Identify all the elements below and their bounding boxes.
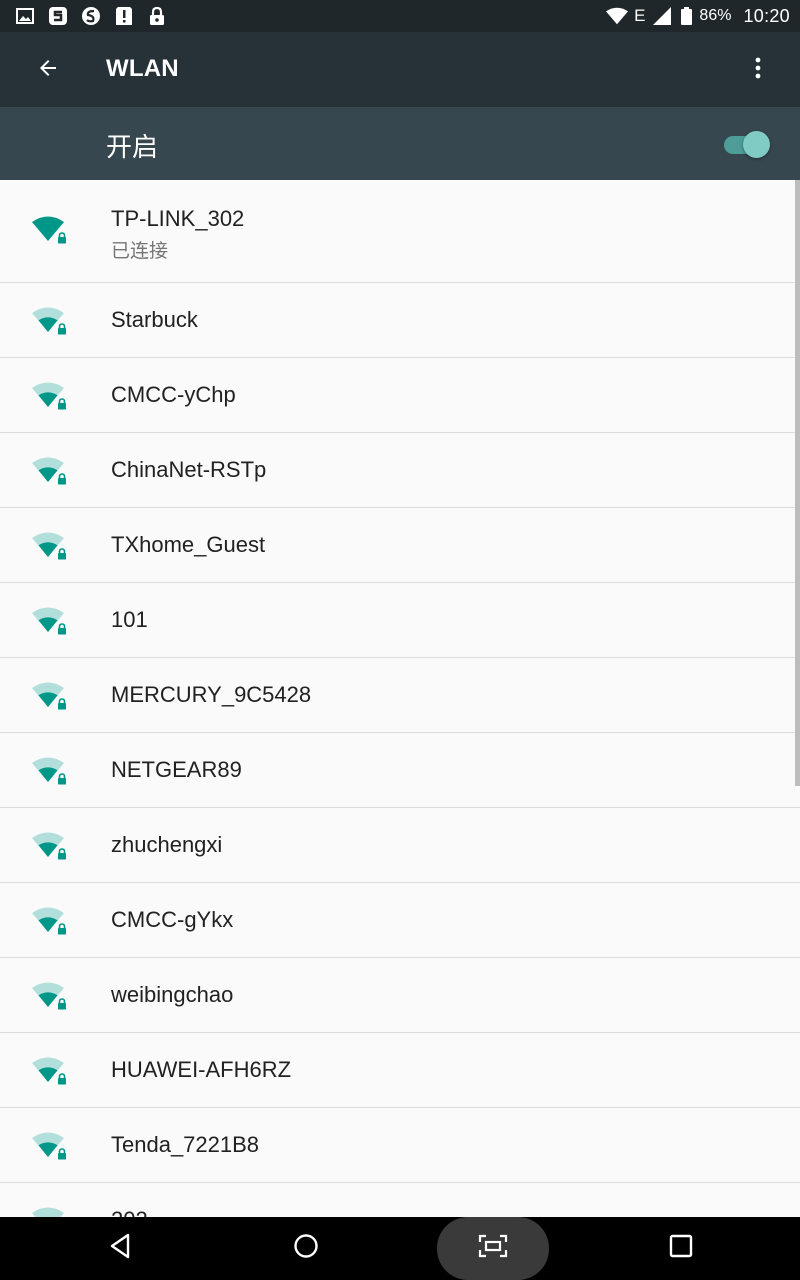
wifi-signal-icon — [606, 5, 629, 27]
wifi-secured-icon — [30, 831, 70, 861]
wifi-secured-icon — [30, 1206, 70, 1217]
nav-recents-button[interactable] — [653, 1223, 709, 1273]
wifi-secured-icon — [30, 906, 70, 936]
clock: 10:20 — [743, 5, 790, 26]
wifi-secured-icon — [30, 606, 70, 636]
wifi-secured-icon — [30, 1131, 70, 1161]
wifi-network-item[interactable]: Starbuck — [0, 283, 800, 358]
wifi-network-name: HUAWEI-AFH6RZ — [111, 1057, 292, 1082]
battery-percentage: 86% — [699, 7, 732, 24]
wifi-secured-icon — [30, 531, 70, 561]
wifi-network-item[interactable]: 202 — [0, 1183, 800, 1217]
toolbar: WLAN — [0, 32, 800, 107]
s-app-icon — [47, 5, 69, 27]
wifi-network-name: CMCC-gYkx — [111, 907, 234, 932]
wifi-network-name: Starbuck — [111, 307, 198, 332]
wifi-network-item[interactable]: TP-LINK_302 已连接 — [0, 180, 800, 283]
home-circle-icon — [293, 1233, 319, 1264]
navigation-bar — [0, 1217, 800, 1280]
wifi-network-name: 202 — [111, 1207, 148, 1217]
wlan-settings-screen: E 86% 10:20 WLAN 开启 TP-LINK_302 已连接 Star… — [0, 0, 800, 1280]
s-circle-app-icon — [80, 5, 102, 27]
wifi-secured-icon — [30, 456, 70, 486]
toggle-thumb — [743, 131, 770, 158]
back-button[interactable] — [24, 46, 72, 94]
battery-icon — [679, 5, 693, 27]
wifi-network-item[interactable]: TXhome_Guest — [0, 508, 800, 583]
wifi-secured-icon — [30, 1056, 70, 1086]
nav-back-button[interactable] — [92, 1223, 148, 1273]
recents-square-icon — [669, 1234, 693, 1263]
more-vert-icon — [754, 56, 762, 85]
wifi-network-name: Tenda_7221B8 — [111, 1132, 260, 1157]
wifi-network-name: weibingchao — [111, 982, 234, 1007]
arrow-back-icon — [36, 56, 60, 85]
wifi-secured-icon — [30, 981, 70, 1011]
wifi-network-item[interactable]: HUAWEI-AFH6RZ — [0, 1033, 800, 1108]
wlan-switch-label: 开启 — [106, 132, 159, 162]
image-notification-icon — [14, 5, 36, 27]
wifi-network-item[interactable]: 101 — [0, 583, 800, 658]
nav-home-button[interactable] — [278, 1223, 334, 1273]
back-triangle-icon — [109, 1233, 131, 1264]
wifi-connection-status: 已连接 — [111, 241, 169, 262]
alert-icon — [113, 5, 135, 27]
wifi-network-name: TXhome_Guest — [111, 532, 266, 557]
wifi-network-name: ChinaNet-RSTp — [111, 457, 267, 482]
wifi-network-name: MERCURY_9C5428 — [111, 682, 312, 707]
wifi-secured-icon — [30, 681, 70, 711]
wifi-network-name: 101 — [111, 607, 148, 632]
wifi-network-item[interactable]: Tenda_7221B8 — [0, 1108, 800, 1183]
more-options-button[interactable] — [734, 46, 782, 94]
status-bar: E 86% 10:20 — [0, 0, 800, 32]
wifi-secured-icon — [30, 381, 70, 411]
wifi-secured-icon — [30, 756, 70, 786]
wifi-network-name: NETGEAR89 — [111, 757, 242, 782]
wifi-network-item[interactable]: NETGEAR89 — [0, 733, 800, 808]
wlan-switch-bar[interactable]: 开启 — [0, 107, 800, 180]
wifi-network-item[interactable]: CMCC-yChp — [0, 358, 800, 433]
cell-signal-icon — [651, 5, 673, 27]
wifi-network-item[interactable]: zhuchengxi — [0, 808, 800, 883]
wifi-network-name: TP-LINK_302 — [111, 206, 245, 231]
wlan-toggle[interactable] — [722, 129, 772, 159]
page-title: WLAN — [106, 55, 179, 82]
wifi-network-item[interactable]: MERCURY_9C5428 — [0, 658, 800, 733]
wifi-network-name: CMCC-yChp — [111, 382, 236, 407]
screenshot-icon — [478, 1234, 508, 1263]
list-scrollbar[interactable] — [795, 180, 800, 786]
nav-screenshot-button[interactable] — [465, 1223, 521, 1273]
wifi-secured-icon — [30, 306, 70, 336]
wifi-network-item[interactable]: ChinaNet-RSTp — [0, 433, 800, 508]
wifi-network-item[interactable]: weibingchao — [0, 958, 800, 1033]
wifi-network-list[interactable]: TP-LINK_302 已连接 Starbuck CMCC-yChp ChinaNet-… — [0, 180, 800, 1217]
wifi-network-item[interactable]: CMCC-gYkx — [0, 883, 800, 958]
wifi-network-name: zhuchengxi — [111, 832, 223, 857]
lock-icon — [146, 5, 168, 27]
network-type-label: E — [634, 6, 646, 25]
wifi-secured-icon — [30, 215, 70, 245]
